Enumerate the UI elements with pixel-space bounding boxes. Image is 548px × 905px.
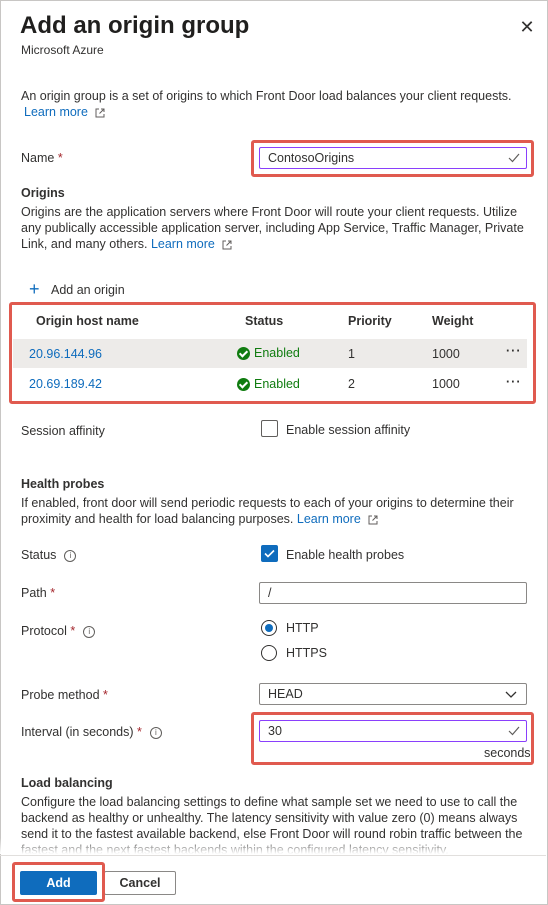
add-origin-label: Add an origin bbox=[51, 282, 125, 297]
name-label-text: Name bbox=[21, 151, 55, 165]
path-input-value: / bbox=[268, 586, 272, 600]
footer-divider bbox=[0, 855, 546, 856]
intro-text: An origin group is a set of origins to w… bbox=[21, 88, 521, 120]
status-label-text: Status bbox=[21, 548, 57, 562]
health-probes-title: Health probes bbox=[21, 477, 105, 491]
origins-title: Origins bbox=[21, 186, 65, 200]
info-icon[interactable]: i bbox=[83, 625, 96, 638]
interval-label-text: Interval (in seconds) bbox=[21, 725, 134, 739]
origins-table-highlight-box bbox=[9, 302, 536, 404]
plus-icon: + bbox=[29, 279, 40, 299]
probe-method-label: Probe method * bbox=[21, 688, 108, 702]
interval-label: Interval (in seconds) * i bbox=[21, 725, 162, 739]
required-mark: * bbox=[70, 624, 76, 638]
health-probes-checkbox-label: Enable health probes bbox=[286, 548, 405, 562]
cancel-button[interactable]: Cancel bbox=[104, 871, 176, 895]
intro-description: An origin group is a set of origins to w… bbox=[21, 89, 512, 103]
required-mark: * bbox=[103, 688, 108, 702]
add-origin-button[interactable]: + Add an origin bbox=[29, 279, 125, 300]
external-link-icon bbox=[222, 240, 232, 250]
origins-learn-more-link[interactable]: Learn more bbox=[151, 237, 215, 251]
name-label: Name * bbox=[21, 151, 63, 165]
required-mark: * bbox=[137, 725, 142, 739]
page-subtitle: Microsoft Azure bbox=[21, 43, 104, 57]
health-probes-description: If enabled, front door will send periodi… bbox=[21, 495, 526, 527]
protocol-label-text: Protocol bbox=[21, 624, 67, 638]
external-link-icon bbox=[368, 515, 378, 525]
session-affinity-checkbox[interactable] bbox=[261, 420, 278, 437]
load-balancing-title: Load balancing bbox=[21, 776, 113, 790]
path-label-text: Path bbox=[21, 586, 47, 600]
health-probes-learn-more-link[interactable]: Learn more bbox=[297, 512, 361, 526]
required-mark: * bbox=[50, 586, 56, 600]
protocol-radio-https[interactable] bbox=[261, 645, 277, 661]
path-input[interactable]: / bbox=[259, 582, 527, 604]
dialog-panel bbox=[0, 0, 548, 905]
add-button-highlight-box bbox=[12, 862, 105, 902]
name-highlight-box bbox=[251, 140, 534, 177]
external-link-icon bbox=[95, 108, 105, 118]
protocol-option-https: HTTPS bbox=[286, 646, 327, 660]
protocol-radio-http[interactable] bbox=[261, 620, 277, 636]
session-affinity-label: Session affinity bbox=[21, 424, 105, 438]
interval-highlight-box bbox=[251, 712, 534, 765]
intro-learn-more-link[interactable]: Learn more bbox=[24, 105, 88, 119]
probe-method-select[interactable]: HEAD bbox=[259, 683, 527, 705]
checkmark-icon bbox=[264, 549, 275, 558]
probe-method-label-text: Probe method bbox=[21, 688, 100, 702]
health-probes-description-text: If enabled, front door will send periodi… bbox=[21, 496, 514, 526]
page-title: Add an origin group bbox=[20, 12, 250, 39]
origins-description-text: Origins are the application servers wher… bbox=[21, 205, 524, 251]
status-label: Status i bbox=[21, 548, 77, 562]
protocol-label: Protocol * i bbox=[21, 624, 96, 638]
origins-description: Origins are the application servers wher… bbox=[21, 204, 526, 252]
chevron-down-icon bbox=[505, 691, 517, 698]
protocol-option-http: HTTP bbox=[286, 621, 319, 635]
health-probes-checkbox[interactable] bbox=[261, 545, 278, 562]
session-affinity-checkbox-label: Enable session affinity bbox=[286, 423, 411, 437]
info-icon[interactable]: i bbox=[149, 726, 162, 739]
required-mark: * bbox=[57, 151, 63, 165]
info-icon[interactable]: i bbox=[64, 549, 77, 562]
probe-method-value: HEAD bbox=[268, 687, 303, 701]
path-label: Path * bbox=[21, 586, 55, 600]
close-icon[interactable]: ✕ bbox=[517, 17, 537, 37]
scroll-fade bbox=[0, 838, 546, 854]
